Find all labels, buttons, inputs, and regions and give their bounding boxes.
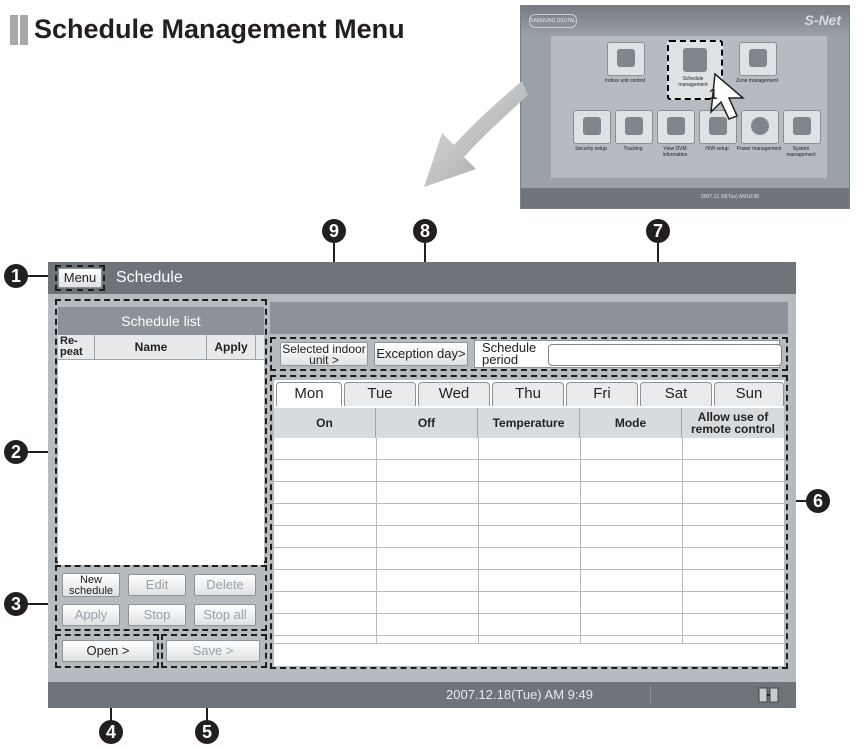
mini-pointer-number: 1 xyxy=(709,86,718,103)
mini-brand-logo: SAMSUNG DIGITAL xyxy=(529,14,577,28)
status-divider xyxy=(650,686,651,704)
save-button[interactable]: Save > xyxy=(166,640,260,662)
tab-sun[interactable]: Sun xyxy=(714,382,784,406)
schedule-period-label: Schedule period xyxy=(482,340,537,367)
selected-indoor-unit-button[interactable]: Selected indoor unit > xyxy=(280,342,368,366)
column-apply[interactable]: Apply xyxy=(206,335,256,359)
stop-button[interactable]: Stop xyxy=(128,604,186,626)
column-off: Off xyxy=(376,408,478,438)
table-row[interactable] xyxy=(274,570,784,592)
mini-status-bar xyxy=(521,188,849,208)
table-row[interactable] xyxy=(274,526,784,548)
menu-highlight xyxy=(55,265,105,291)
callout-1: 1 xyxy=(4,264,28,288)
table-row[interactable] xyxy=(274,614,784,636)
schedule-period-input[interactable] xyxy=(548,344,782,366)
system-icon[interactable] xyxy=(783,110,821,144)
indoor-unit-icon[interactable] xyxy=(607,42,645,76)
table-row[interactable] xyxy=(274,592,784,614)
table-row[interactable] xyxy=(274,482,784,504)
window-title: Schedule xyxy=(116,269,183,286)
tab-thu[interactable]: Thu xyxy=(492,382,564,406)
callout-3: 3 xyxy=(4,592,28,616)
monitor-icon[interactable] xyxy=(657,110,695,144)
tab-fri[interactable]: Fri xyxy=(566,382,638,406)
lock-icon[interactable] xyxy=(573,110,611,144)
magnifier-icon[interactable] xyxy=(615,110,653,144)
mini-product-name: S-Net xyxy=(804,12,841,28)
callout-5: 5 xyxy=(195,720,219,744)
schedule-list-columns: Re- peat Name Apply xyxy=(58,335,264,360)
schedule-table: On Off Temperature Mode Allow use of rem… xyxy=(274,408,784,644)
column-divider xyxy=(478,438,479,644)
apply-button[interactable]: Apply xyxy=(62,604,120,626)
stop-all-button[interactable]: Stop all xyxy=(194,604,256,626)
title-accent-bar xyxy=(10,15,18,45)
network-icon[interactable] xyxy=(758,686,780,704)
mini-label-indoor: Indoor unit control xyxy=(604,78,646,84)
mini-label-dvm: View DVM information xyxy=(662,146,688,158)
callout-7: 7 xyxy=(646,219,670,243)
schedule-window: Menu Schedule Schedule list Re- peat Nam… xyxy=(48,262,796,708)
curved-arrow-icon xyxy=(424,81,528,187)
callout-4: 4 xyxy=(99,720,123,744)
main-menu-screenshot: SAMSUNG DIGITAL S-Net Indoor unit contro… xyxy=(520,5,850,209)
title-accent-bar xyxy=(20,15,28,45)
column-divider xyxy=(376,438,377,644)
column-repeat[interactable]: Re- peat xyxy=(60,336,94,360)
mini-label-security: Security setup xyxy=(575,146,607,152)
tab-tue[interactable]: Tue xyxy=(344,382,416,406)
delete-button[interactable]: Delete xyxy=(194,574,256,596)
table-row[interactable] xyxy=(274,548,784,570)
mini-label-system: System management xyxy=(786,146,816,158)
zone-icon[interactable] xyxy=(739,42,777,76)
schedule-list-body[interactable] xyxy=(58,360,264,565)
column-on: On xyxy=(274,408,376,438)
column-divider xyxy=(682,438,683,644)
callout-2: 2 xyxy=(4,440,28,464)
tab-mon[interactable]: Mon xyxy=(276,382,342,406)
callout-9: 9 xyxy=(322,219,346,243)
table-row[interactable] xyxy=(274,438,784,460)
right-panel-header xyxy=(270,302,788,334)
column-divider xyxy=(580,438,581,644)
callout-8: 8 xyxy=(413,219,437,243)
edit-button[interactable]: Edit xyxy=(128,574,186,596)
status-datetime: 2007.12.18(Tue) AM 9:49 xyxy=(446,687,593,702)
schedule-list-header: Schedule list xyxy=(58,307,264,335)
column-remote-control: Allow use of remote control xyxy=(682,408,784,438)
column-name[interactable]: Name xyxy=(94,335,207,359)
mini-datetime: 2007.12.18(Tue) AM10:38 xyxy=(701,194,759,200)
page-title: Schedule Management Menu xyxy=(34,14,405,44)
exception-day-button[interactable]: Exception day> xyxy=(374,342,468,366)
mini-label-tracking: Tracking xyxy=(623,146,643,152)
table-row[interactable] xyxy=(274,636,784,644)
column-temperature: Temperature xyxy=(478,408,580,438)
open-button[interactable]: Open > xyxy=(62,640,154,662)
callout-6: 6 xyxy=(806,489,830,513)
mini-label-power: Power management xyxy=(736,146,782,152)
status-bar: 2007.12.18(Tue) AM 9:49 xyxy=(48,682,796,708)
table-row[interactable] xyxy=(274,460,784,482)
new-schedule-button[interactable]: New schedule xyxy=(62,573,120,597)
tab-sat[interactable]: Sat xyxy=(640,382,712,406)
mini-label-hw: H/W setup xyxy=(705,146,729,152)
column-mode: Mode xyxy=(580,408,682,438)
tab-wed[interactable]: Wed xyxy=(418,382,490,406)
table-row[interactable] xyxy=(274,504,784,526)
